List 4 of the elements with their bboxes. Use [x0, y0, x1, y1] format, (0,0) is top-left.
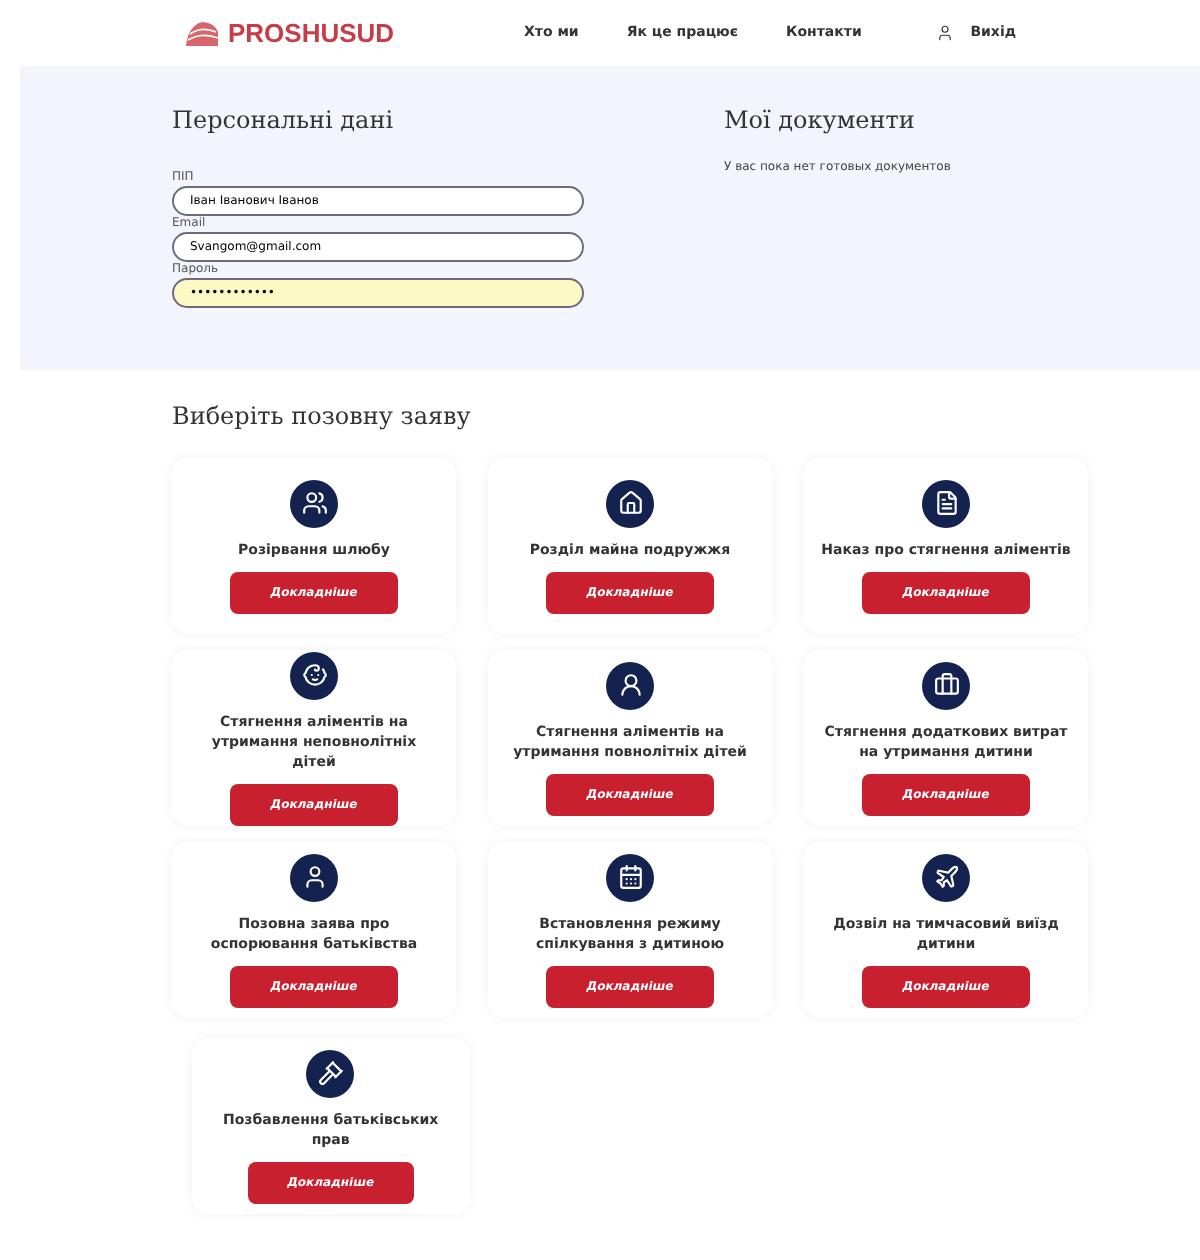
logo-text[interactable]: PROSHUSUD	[228, 13, 395, 53]
section-title: Виберіть позовну заяву	[172, 400, 473, 434]
section-title: Мої документи	[724, 104, 917, 138]
section-title: Персональні дані	[172, 104, 396, 138]
